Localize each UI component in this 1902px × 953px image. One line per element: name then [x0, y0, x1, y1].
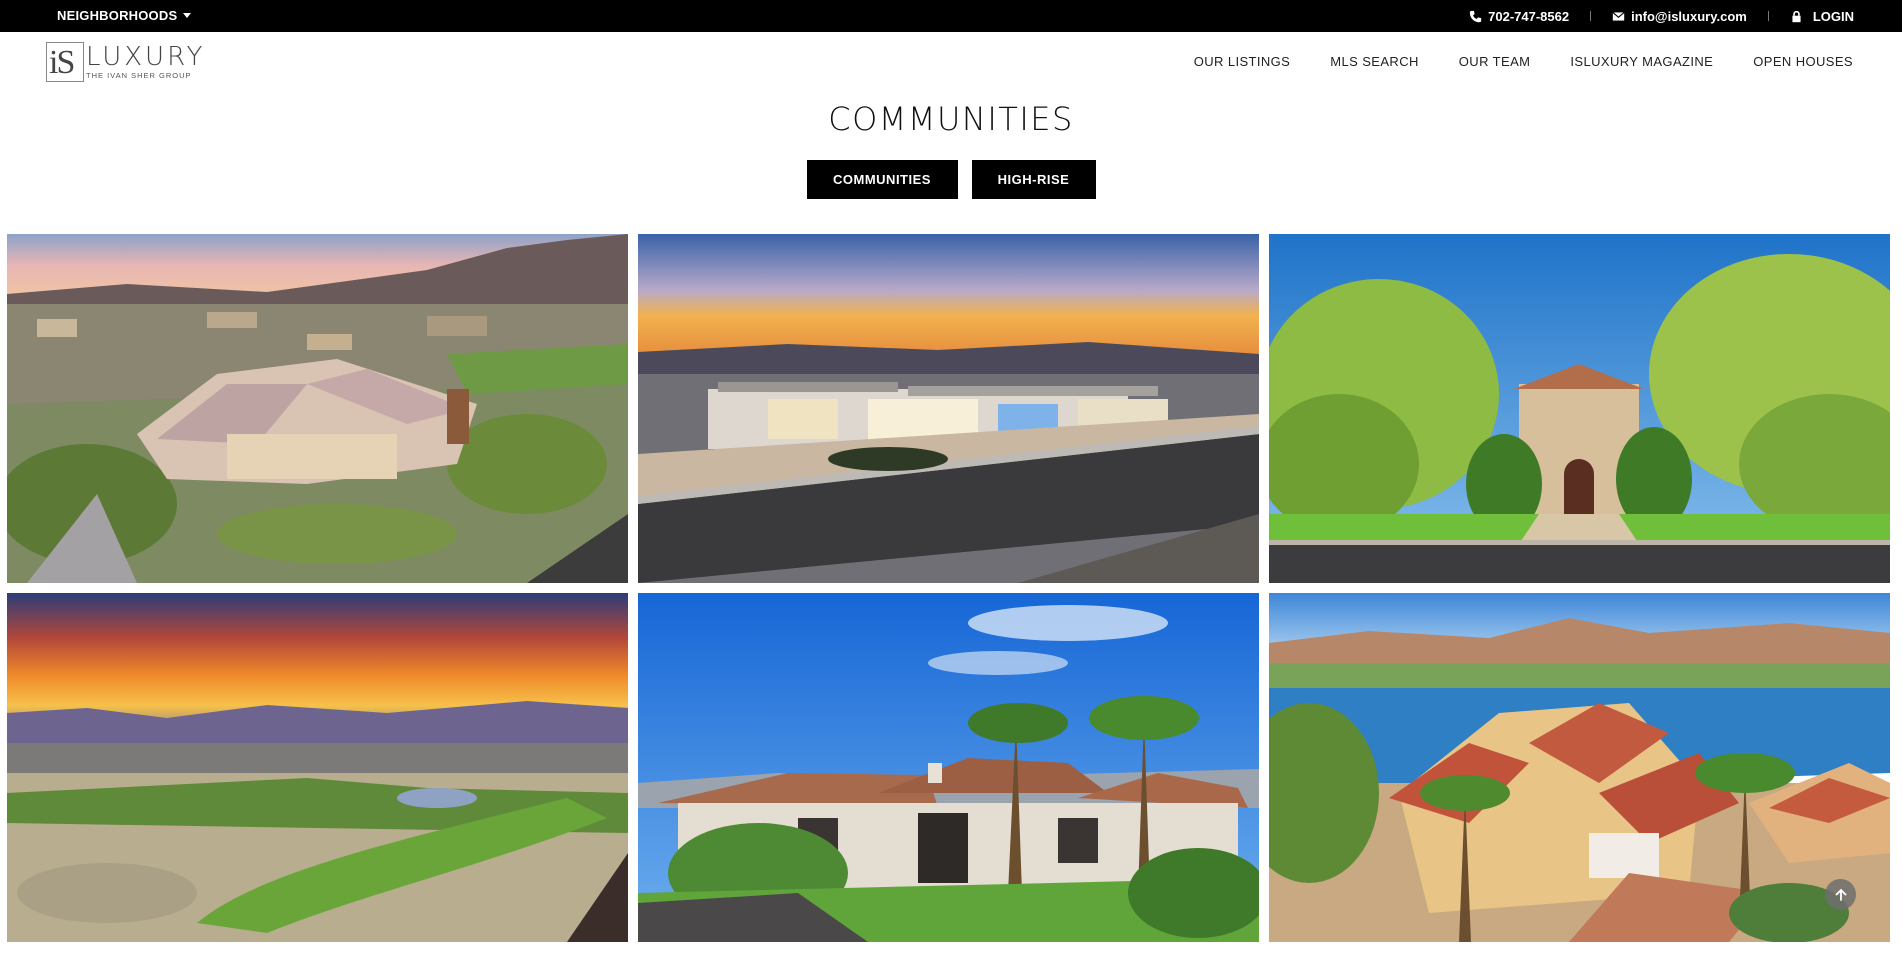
phone-link[interactable]: 702-747-8562 — [1469, 9, 1569, 24]
email-address: info@isluxury.com — [1631, 8, 1747, 24]
community-photo — [1269, 593, 1890, 942]
arrow-up-icon — [1835, 888, 1846, 901]
back-to-top-button[interactable] — [1825, 879, 1856, 910]
nav-our-team[interactable]: OUR TEAM — [1459, 54, 1531, 69]
community-tile[interactable] — [1269, 593, 1890, 942]
divider — [1590, 11, 1592, 21]
page-title: COMMUNITIES — [828, 100, 1074, 138]
neighborhoods-label: NEIGHBORHOODS — [57, 8, 178, 23]
top-bar: NEIGHBORHOODS 702-747-8562 info@isluxury… — [0, 0, 1902, 32]
site-header: iS LUXURY THE IVAN SHER GROUP OUR LISTIN… — [0, 32, 1902, 92]
main-nav: OUR LISTINGS MLS SEARCH OUR TEAM ISLUXUR… — [1194, 54, 1853, 69]
community-tile[interactable] — [638, 234, 1259, 583]
filter-buttons: COMMUNITIES HIGH-RISE — [0, 160, 1902, 199]
login-label: LOGIN — [1812, 8, 1854, 24]
community-tile[interactable] — [638, 593, 1259, 942]
neighborhoods-dropdown[interactable]: NEIGHBORHOODS — [57, 8, 192, 23]
logo-wordmark: LUXURY — [86, 42, 206, 72]
nav-isluxury-magazine[interactable]: ISLUXURY MAGAZINE — [1570, 54, 1713, 69]
community-photo — [7, 234, 628, 583]
community-tile[interactable] — [1269, 234, 1890, 583]
contact-links: 702-747-8562 info@isluxury.com LOGIN — [1469, 0, 1854, 32]
divider — [1767, 11, 1769, 21]
envelope-icon — [1612, 11, 1625, 21]
nav-open-houses[interactable]: OPEN HOUSES — [1753, 54, 1853, 69]
email-link[interactable]: info@isluxury.com — [1612, 9, 1747, 24]
community-photo — [638, 593, 1259, 942]
community-tile[interactable] — [7, 234, 628, 583]
community-photo — [1269, 234, 1890, 583]
chevron-down-icon — [183, 13, 192, 18]
site-logo[interactable]: iS LUXURY THE IVAN SHER GROUP — [46, 42, 205, 84]
communities-button[interactable]: COMMUNITIES — [806, 160, 958, 199]
phone-icon — [1469, 10, 1482, 22]
high-rise-button[interactable]: HIGH-RISE — [971, 160, 1096, 199]
login-link[interactable]: LOGIN — [1790, 9, 1854, 24]
community-tile[interactable] — [7, 593, 628, 942]
logo-mark: iS — [46, 42, 84, 82]
community-photo — [638, 234, 1259, 583]
nav-mls-search[interactable]: MLS SEARCH — [1330, 54, 1419, 69]
lock-icon — [1792, 10, 1801, 22]
nav-our-listings[interactable]: OUR LISTINGS — [1194, 54, 1291, 69]
community-photo — [7, 593, 628, 942]
logo-tagline: THE IVAN SHER GROUP — [86, 71, 192, 80]
phone-number: 702-747-8562 — [1488, 8, 1570, 24]
